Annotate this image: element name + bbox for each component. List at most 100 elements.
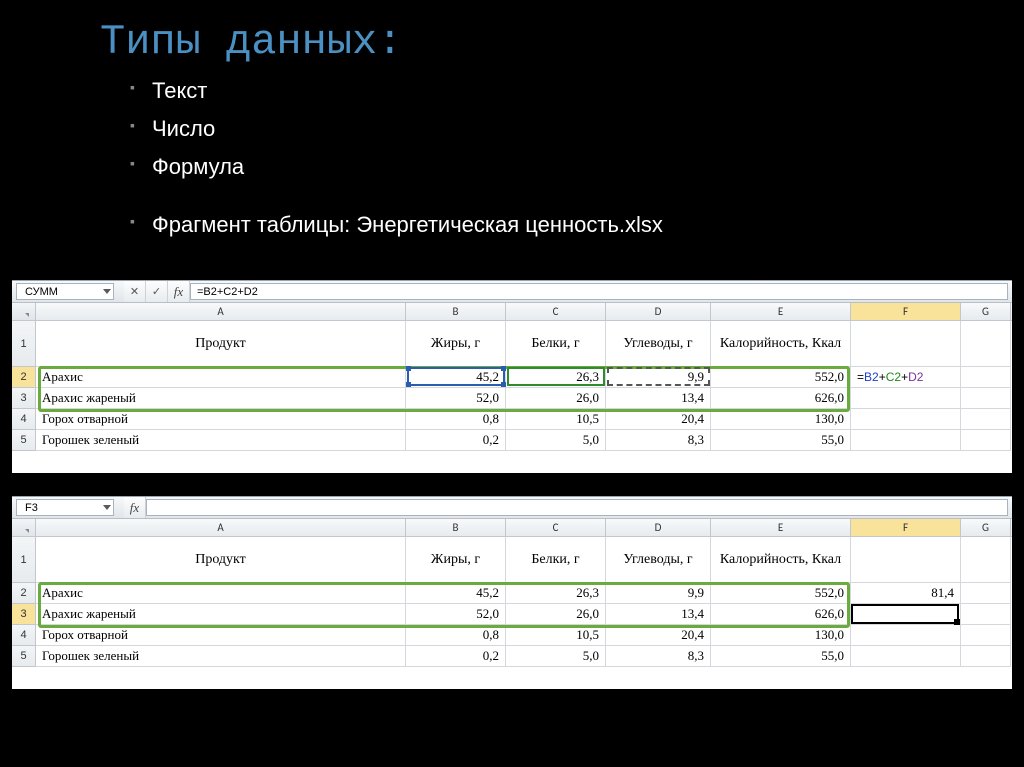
row-header[interactable]: 1 [12, 321, 36, 367]
spreadsheet-grid[interactable]: A B C D E F G 1 Продукт Жиры, г Белки, г… [12, 519, 1012, 689]
cell[interactable]: 0,2 [406, 430, 506, 451]
spreadsheet-grid[interactable]: A B C D E F G 1 Продукт Жиры, г Белки, г… [12, 303, 1012, 473]
select-all-corner[interactable] [12, 519, 36, 536]
cell[interactable]: Белки, г [506, 537, 606, 583]
cell[interactable]: Углеводы, г [606, 537, 711, 583]
cell[interactable]: Продукт [36, 537, 406, 583]
cell[interactable]: Горошек зеленый [36, 430, 406, 451]
cell[interactable]: Калорийность, Ккал [711, 537, 851, 583]
col-header[interactable]: G [961, 519, 1011, 536]
enter-icon[interactable]: ✓ [146, 281, 168, 302]
cell[interactable] [961, 367, 1011, 388]
cell[interactable]: Жиры, г [406, 537, 506, 583]
select-all-corner[interactable] [12, 303, 36, 320]
cell[interactable] [961, 625, 1011, 646]
cell[interactable]: 130,0 [711, 625, 851, 646]
cell[interactable]: 10,5 [506, 625, 606, 646]
col-header[interactable]: E [711, 519, 851, 536]
row-header[interactable]: 5 [12, 430, 36, 451]
cell[interactable]: 552,0 [711, 367, 851, 388]
col-header[interactable]: D [606, 303, 711, 320]
cell[interactable]: 8,3 [606, 430, 711, 451]
col-header[interactable]: G [961, 303, 1011, 320]
cell[interactable]: 552,0 [711, 583, 851, 604]
cell-editing[interactable]: =B2+C2+D2 [851, 367, 961, 388]
cell[interactable]: 13,4 [606, 388, 711, 409]
cell[interactable]: 0,8 [406, 625, 506, 646]
row-header[interactable]: 3 [12, 388, 36, 409]
cell[interactable] [961, 537, 1011, 583]
row-header[interactable]: 4 [12, 625, 36, 646]
cell[interactable]: 10,5 [506, 409, 606, 430]
cell[interactable]: Арахис [36, 583, 406, 604]
col-header[interactable]: F [851, 303, 961, 320]
cell[interactable]: 52,0 [406, 388, 506, 409]
col-header[interactable]: C [506, 519, 606, 536]
cell[interactable]: 8,3 [606, 646, 711, 667]
cell[interactable] [851, 409, 961, 430]
formula-input[interactable] [146, 499, 1008, 516]
cell[interactable]: 26,3 [506, 367, 606, 388]
cell[interactable]: 52,0 [406, 604, 506, 625]
cell[interactable]: 9,9 [606, 367, 711, 388]
cell[interactable] [851, 625, 961, 646]
cell[interactable] [851, 388, 961, 409]
cell[interactable]: 0,2 [406, 646, 506, 667]
col-header[interactable]: B [406, 519, 506, 536]
cell[interactable] [851, 604, 961, 625]
cell[interactable]: 81,4 [851, 583, 961, 604]
cancel-icon[interactable]: ✕ [124, 281, 146, 302]
cell[interactable]: 45,2 [406, 583, 506, 604]
row-header[interactable]: 5 [12, 646, 36, 667]
cell[interactable] [961, 604, 1011, 625]
col-header[interactable]: A [36, 519, 406, 536]
cell[interactable]: Калорийность, Ккал [711, 321, 851, 367]
name-box[interactable]: СУММ [16, 283, 114, 300]
row-header[interactable]: 4 [12, 409, 36, 430]
cell[interactable]: 26,0 [506, 388, 606, 409]
row-header[interactable]: 3 [12, 604, 36, 625]
dropdown-icon[interactable] [103, 289, 111, 294]
cell[interactable]: 26,0 [506, 604, 606, 625]
fx-icon[interactable]: fx [168, 281, 190, 302]
cell[interactable]: Углеводы, г [606, 321, 711, 367]
row-header[interactable]: 2 [12, 583, 36, 604]
cell[interactable] [851, 537, 961, 583]
cell[interactable] [961, 583, 1011, 604]
col-header[interactable]: A [36, 303, 406, 320]
formula-input[interactable]: =B2+C2+D2 [190, 283, 1008, 300]
cell[interactable]: Продукт [36, 321, 406, 367]
cell[interactable]: 9,9 [606, 583, 711, 604]
cell[interactable]: 45,2 [406, 367, 506, 388]
cell[interactable]: Горох отварной [36, 409, 406, 430]
cell[interactable] [961, 321, 1011, 367]
col-header[interactable]: E [711, 303, 851, 320]
col-header[interactable]: F [851, 519, 961, 536]
col-header[interactable]: C [506, 303, 606, 320]
name-box[interactable]: F3 [16, 499, 114, 516]
cell[interactable] [961, 388, 1011, 409]
dropdown-icon[interactable] [103, 505, 111, 510]
col-header[interactable]: D [606, 519, 711, 536]
cell[interactable]: 55,0 [711, 646, 851, 667]
cell[interactable]: Арахис жареный [36, 388, 406, 409]
cell[interactable]: 0,8 [406, 409, 506, 430]
cell[interactable] [851, 321, 961, 367]
fx-icon[interactable]: fx [124, 497, 146, 518]
cell[interactable] [961, 430, 1011, 451]
cell[interactable] [851, 646, 961, 667]
cell[interactable]: 5,0 [506, 430, 606, 451]
cell[interactable]: 26,3 [506, 583, 606, 604]
cell[interactable]: Горошек зеленый [36, 646, 406, 667]
cell[interactable]: 130,0 [711, 409, 851, 430]
row-header[interactable]: 2 [12, 367, 36, 388]
cell[interactable]: 55,0 [711, 430, 851, 451]
cell[interactable] [851, 430, 961, 451]
cell[interactable] [961, 646, 1011, 667]
cell[interactable]: Белки, г [506, 321, 606, 367]
cell[interactable]: 20,4 [606, 409, 711, 430]
cell[interactable]: Жиры, г [406, 321, 506, 367]
cell[interactable]: 20,4 [606, 625, 711, 646]
cell[interactable]: 626,0 [711, 604, 851, 625]
col-header[interactable]: B [406, 303, 506, 320]
